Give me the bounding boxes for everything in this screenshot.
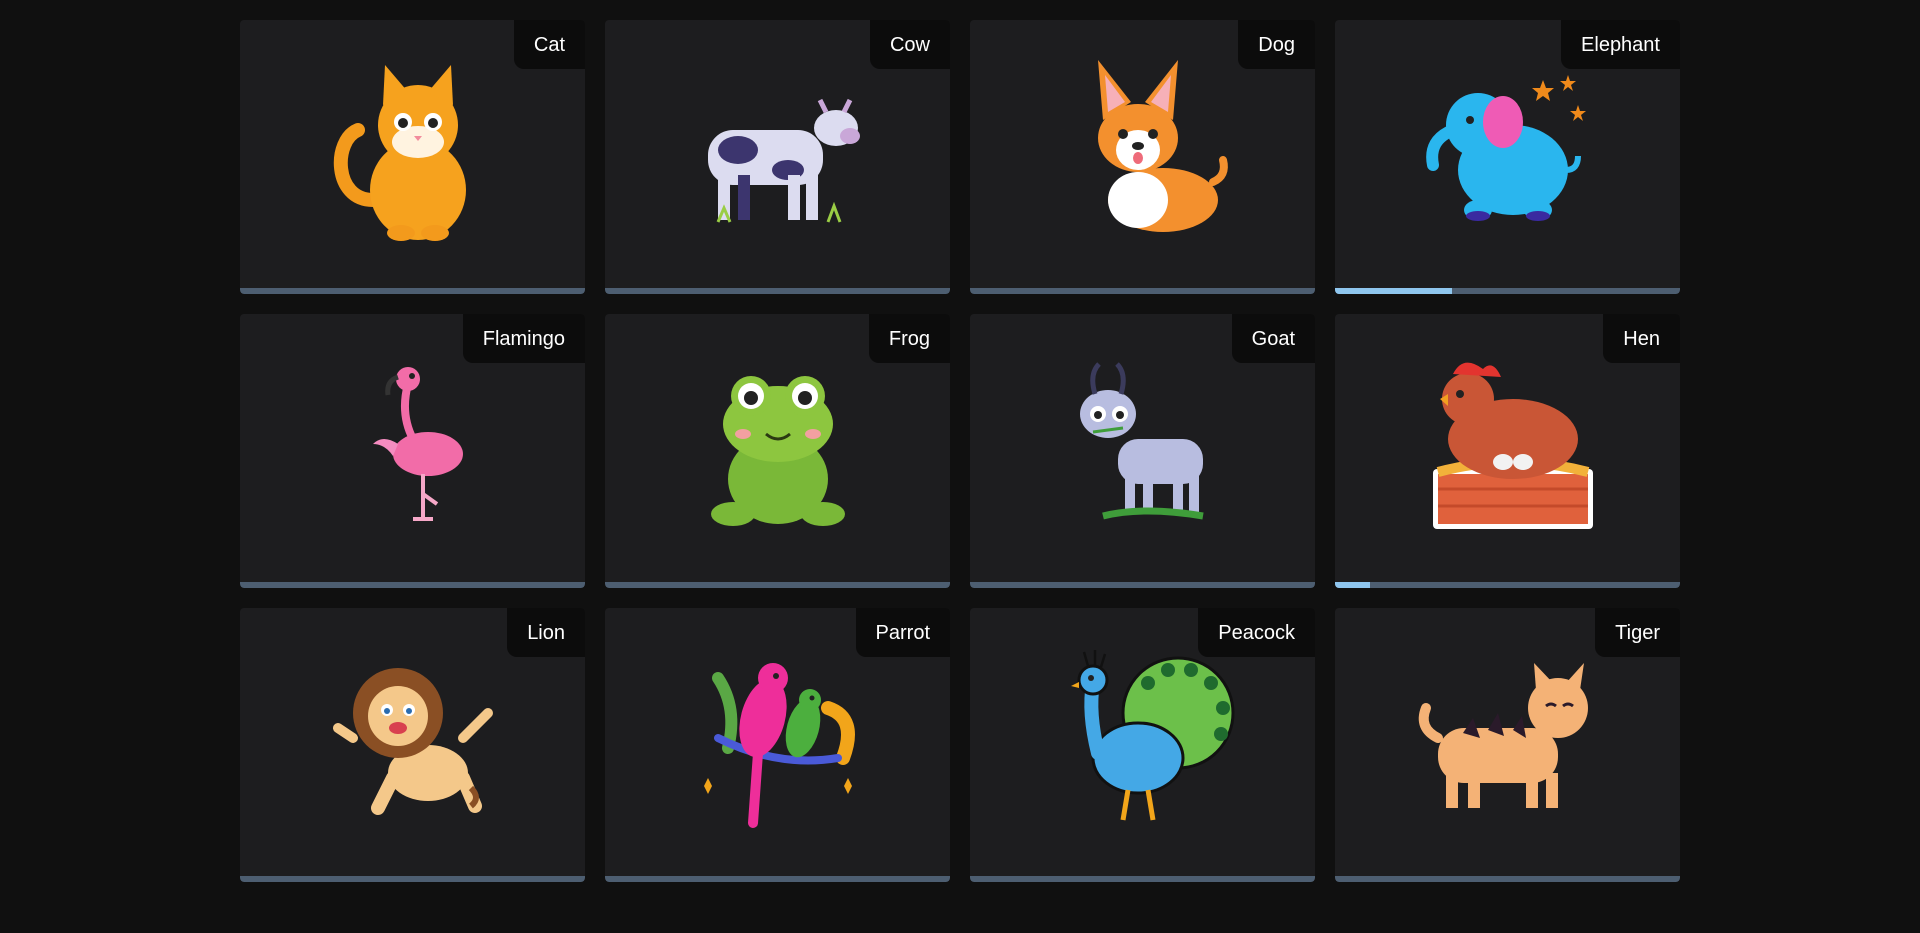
- frog-illustration: [605, 334, 950, 554]
- progress-fill: [1335, 288, 1453, 294]
- card-label: Lion: [507, 608, 585, 657]
- card-goat[interactable]: Goat: [970, 314, 1315, 588]
- card-label: Frog: [868, 314, 950, 363]
- card-label: Hen: [1603, 314, 1680, 363]
- progress-bar: [970, 582, 1315, 588]
- card-label: Tiger: [1595, 608, 1680, 657]
- progress-bar: [240, 582, 585, 588]
- dog-illustration: [970, 40, 1315, 260]
- progress-fill: [1335, 582, 1370, 588]
- card-parrot[interactable]: Parrot: [605, 608, 950, 882]
- peacock-illustration: [970, 628, 1315, 848]
- card-elephant[interactable]: Elephant: [1335, 20, 1680, 294]
- lion-illustration: [240, 628, 585, 848]
- card-cat[interactable]: Cat: [240, 20, 585, 294]
- progress-bar: [970, 876, 1315, 882]
- card-dog[interactable]: Dog: [970, 20, 1315, 294]
- progress-bar: [605, 876, 950, 882]
- hen-illustration: [1335, 334, 1680, 554]
- card-label: Flamingo: [462, 314, 585, 363]
- card-flamingo[interactable]: Flamingo: [240, 314, 585, 588]
- elephant-illustration: [1335, 40, 1680, 260]
- goat-illustration: [970, 334, 1315, 554]
- cow-illustration: [605, 40, 950, 260]
- progress-bar: [970, 288, 1315, 294]
- card-label: Peacock: [1198, 608, 1315, 657]
- card-label: Goat: [1231, 314, 1315, 363]
- card-hen[interactable]: Hen: [1335, 314, 1680, 588]
- progress-bar: [1335, 582, 1680, 588]
- card-label: Dog: [1238, 20, 1315, 69]
- animal-card-grid: Cat Cow Dog Elephant Flamingo Frog Goat …: [240, 20, 1680, 882]
- tiger-illustration: [1335, 628, 1680, 848]
- parrot-illustration: [605, 628, 950, 848]
- cat-illustration: [240, 40, 585, 260]
- flamingo-illustration: [240, 334, 585, 554]
- progress-bar: [1335, 876, 1680, 882]
- card-label: Cat: [513, 20, 585, 69]
- progress-bar: [1335, 288, 1680, 294]
- progress-bar: [605, 582, 950, 588]
- progress-bar: [240, 876, 585, 882]
- card-peacock[interactable]: Peacock: [970, 608, 1315, 882]
- card-lion[interactable]: Lion: [240, 608, 585, 882]
- card-tiger[interactable]: Tiger: [1335, 608, 1680, 882]
- card-label: Elephant: [1561, 20, 1680, 69]
- progress-bar: [240, 288, 585, 294]
- progress-bar: [605, 288, 950, 294]
- card-cow[interactable]: Cow: [605, 20, 950, 294]
- card-label: Cow: [869, 20, 950, 69]
- card-frog[interactable]: Frog: [605, 314, 950, 588]
- card-label: Parrot: [855, 608, 950, 657]
